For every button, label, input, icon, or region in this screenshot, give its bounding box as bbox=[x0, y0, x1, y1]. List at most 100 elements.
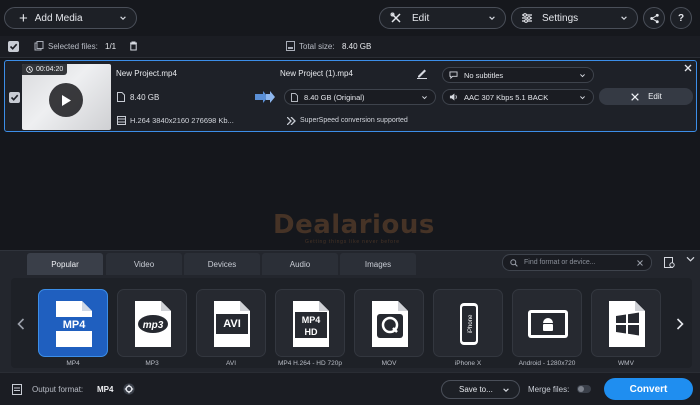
chevron-down-icon bbox=[580, 74, 585, 78]
speaker-icon bbox=[449, 93, 457, 101]
chevron-down-icon bbox=[580, 96, 585, 100]
format-label-mp4-hd: MP4 H.264 - HD 720p bbox=[278, 360, 342, 367]
tab-video[interactable]: Video bbox=[106, 253, 182, 275]
trash-icon[interactable] bbox=[129, 41, 138, 51]
format-tile-wmv[interactable] bbox=[591, 289, 661, 357]
speech-bubble-icon bbox=[449, 71, 458, 79]
file-list-empty-area: Dealarious Getting things like never bef… bbox=[0, 134, 700, 248]
format-tile-mp4-hd[interactable]: MP4 HD bbox=[275, 289, 345, 357]
output-format-label: Output format: bbox=[32, 385, 84, 394]
edit-label: Edit bbox=[412, 12, 430, 24]
file-edit-button[interactable]: Edit bbox=[599, 88, 693, 105]
share-icon bbox=[649, 13, 659, 23]
format-tile-mp3[interactable]: mp3 bbox=[117, 289, 187, 357]
collapse-panel-chevron-icon[interactable] bbox=[686, 256, 695, 263]
chevron-down-icon bbox=[489, 16, 495, 20]
format-label-mp3: MP3 bbox=[145, 360, 159, 367]
format-tile-avi[interactable]: AVI bbox=[196, 289, 266, 357]
play-button[interactable] bbox=[49, 83, 83, 117]
carousel-next-icon[interactable] bbox=[676, 318, 684, 330]
format-label-avi: AVI bbox=[226, 360, 236, 367]
help-button[interactable]: ? bbox=[670, 7, 692, 29]
tab-popular[interactable]: Popular bbox=[27, 253, 103, 275]
selected-files-value: 1/1 bbox=[105, 42, 117, 51]
mp3-file-icon: mp3 bbox=[135, 301, 171, 347]
share-button[interactable] bbox=[643, 7, 665, 29]
play-icon bbox=[62, 94, 71, 106]
svg-text:MP4: MP4 bbox=[302, 315, 321, 325]
disk-icon bbox=[286, 41, 295, 51]
edit-dropdown-button[interactable]: Edit bbox=[379, 7, 506, 29]
convert-button[interactable]: Convert bbox=[604, 378, 693, 400]
add-media-label: Add Media bbox=[34, 12, 83, 24]
save-to-dropdown[interactable]: Save to... bbox=[441, 380, 520, 399]
file-select-checkbox[interactable] bbox=[9, 92, 20, 103]
tab-devices[interactable]: Devices bbox=[184, 253, 260, 275]
total-size-label: Total size: bbox=[299, 42, 335, 51]
convert-arrow-icon bbox=[255, 91, 275, 103]
save-to-label: Save to... bbox=[459, 385, 493, 394]
avi-file-icon: AVI bbox=[214, 301, 250, 347]
clear-close-icon[interactable] bbox=[637, 260, 643, 266]
tools-icon bbox=[390, 12, 401, 23]
format-tile-mov[interactable] bbox=[354, 289, 424, 357]
chevron-down-icon bbox=[621, 16, 627, 20]
total-size-value: 8.40 GB bbox=[342, 42, 372, 51]
checkmark-icon bbox=[9, 43, 18, 50]
carousel-prev-icon[interactable] bbox=[17, 318, 25, 330]
duration-text: 00:04:20 bbox=[36, 66, 64, 73]
input-file-name: New Project.mp4 bbox=[116, 69, 177, 78]
files-icon bbox=[34, 41, 44, 51]
svg-text:HD: HD bbox=[305, 327, 318, 337]
format-settings-icon[interactable] bbox=[664, 257, 675, 268]
output-size-value: 8.40 GB (Original) bbox=[304, 92, 365, 102]
format-search-input[interactable]: Find format or device... bbox=[502, 254, 652, 271]
android-tablet-icon bbox=[528, 310, 568, 338]
subtitles-select[interactable]: No subtitles bbox=[442, 67, 594, 83]
watermark: Dealarious Getting things like never bef… bbox=[245, 210, 465, 250]
format-tile-android[interactable] bbox=[512, 289, 582, 357]
file-item-card[interactable]: 00:04:20 New Project.mp4 8.40 GB H.264 3… bbox=[4, 60, 697, 132]
superspeed-text: SuperSpeed conversion supported bbox=[300, 117, 408, 124]
output-file-name[interactable]: New Project (1).mp4 bbox=[280, 69, 353, 78]
gear-icon[interactable] bbox=[123, 383, 135, 395]
subtitles-value: No subtitles bbox=[464, 70, 504, 80]
format-label-iphone-x: iPhone X bbox=[454, 360, 482, 367]
rename-pencil-icon[interactable] bbox=[415, 66, 429, 80]
chevron-down-icon bbox=[503, 388, 509, 392]
watermark-tagline: Getting things like never before bbox=[305, 239, 400, 245]
sliders-icon bbox=[522, 13, 532, 23]
input-file-size: 8.40 GB bbox=[130, 93, 160, 102]
settings-dropdown-button[interactable]: Settings bbox=[511, 7, 638, 29]
question-icon: ? bbox=[677, 12, 685, 24]
output-format-value: MP4 bbox=[97, 385, 114, 394]
duration-badge: 00:04:20 bbox=[22, 64, 68, 75]
superspeed-icon bbox=[287, 117, 296, 125]
svg-text:iPhone: iPhone bbox=[468, 314, 474, 333]
svg-text:mp3: mp3 bbox=[143, 320, 164, 331]
video-thumbnail[interactable]: 00:04:20 bbox=[22, 64, 111, 130]
format-tile-iphone-x[interactable]: iPhone bbox=[433, 289, 503, 357]
format-label-wmv: WMV bbox=[618, 360, 634, 367]
remove-file-close-icon[interactable] bbox=[684, 64, 692, 72]
add-media-button[interactable]: + Add Media bbox=[4, 7, 137, 29]
svg-text:AVI: AVI bbox=[223, 318, 241, 330]
merge-files-label: Merge files: bbox=[528, 385, 570, 394]
input-codec-info: H.264 3840x2160 276698 Kb... bbox=[130, 116, 234, 125]
select-all-checkbox[interactable] bbox=[8, 41, 19, 52]
checkmark-icon bbox=[10, 94, 19, 101]
format-tile-mp4[interactable]: MP4 bbox=[38, 289, 108, 357]
merge-files-toggle[interactable] bbox=[577, 385, 591, 393]
toggle-knob bbox=[578, 386, 584, 392]
output-size-select[interactable]: 8.40 GB (Original) bbox=[284, 89, 436, 105]
clock-icon bbox=[26, 66, 33, 73]
tab-audio[interactable]: Audio bbox=[262, 253, 338, 275]
chevron-down-icon bbox=[422, 96, 427, 100]
tools-icon bbox=[631, 92, 639, 101]
audio-track-select[interactable]: AAC 307 Kbps 5.1 BACK bbox=[442, 89, 594, 105]
tab-images[interactable]: Images bbox=[340, 253, 416, 275]
convert-label: Convert bbox=[629, 383, 668, 395]
iphone-icon: iPhone bbox=[460, 303, 478, 345]
watermark-brand: Dealarious bbox=[273, 210, 435, 240]
quicktime-file-icon bbox=[372, 301, 408, 347]
